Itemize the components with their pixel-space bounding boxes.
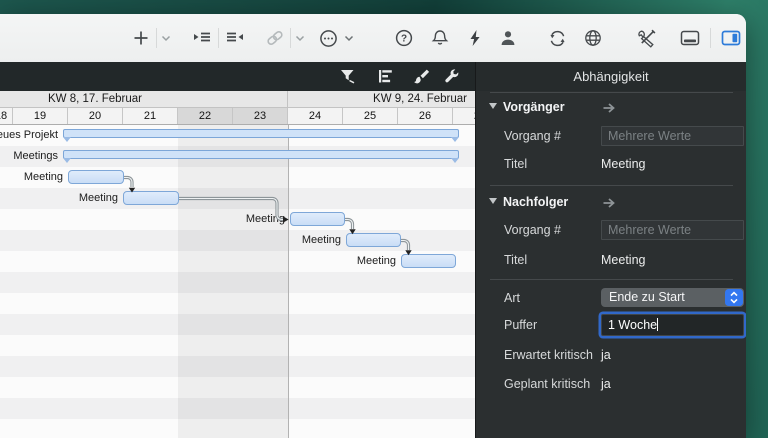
- puffer-value: 1 Woche: [608, 318, 657, 332]
- app-window: ?: [0, 14, 746, 438]
- field-row: Art Ende zu Start: [476, 288, 746, 309]
- vorgang-number-input[interactable]: Mehrere Werte: [601, 220, 744, 240]
- bolt-icon[interactable]: [466, 14, 484, 62]
- ellipsis-circle-icon[interactable]: [318, 14, 339, 62]
- content-area: KW 8, 17. Februar KW 9, 24. Februar 18 1…: [0, 62, 746, 438]
- toolbar-divider: [290, 28, 291, 48]
- art-popup-value: Ende zu Start: [609, 290, 685, 304]
- text-caret: [657, 318, 658, 331]
- chevron-down-icon[interactable]: [294, 14, 306, 62]
- tools-icon[interactable]: [636, 14, 658, 62]
- field-label: Erwartet kritisch: [504, 345, 593, 366]
- disclosure-triangle-icon[interactable]: [489, 103, 497, 109]
- day-cell: 20: [68, 108, 123, 124]
- separator: [490, 279, 733, 280]
- outline-icon[interactable]: [376, 67, 395, 86]
- field-label: Art: [504, 288, 520, 309]
- inspector-title: Abhängigkeit: [476, 62, 746, 91]
- toolbar-divider: [156, 28, 157, 48]
- day-cell-weekend: 23: [233, 108, 288, 124]
- gantt-day-header: 18 19 20 21 22 23 24 25 26 27: [0, 108, 475, 125]
- chevron-down-icon[interactable]: [160, 14, 172, 62]
- field-label: Geplant kritisch: [504, 374, 590, 395]
- gantt-week-header: KW 8, 17. Februar KW 9, 24. Februar: [0, 91, 475, 108]
- predecessor-section-header: Vorgänger: [476, 98, 746, 116]
- goto-arrow-icon[interactable]: [602, 101, 616, 119]
- gantt-toolbar: [0, 62, 475, 91]
- art-popup-button[interactable]: Ende zu Start: [601, 288, 744, 307]
- outdent-icon[interactable]: [224, 14, 246, 62]
- field-row: Titel Meeting: [476, 154, 746, 175]
- titel-value: Meeting: [601, 154, 645, 175]
- separator: [490, 185, 733, 186]
- field-label: Titel: [504, 154, 527, 175]
- help-icon[interactable]: ?: [394, 14, 414, 62]
- bottom-panel-icon[interactable]: [679, 14, 701, 62]
- gantt-view: KW 8, 17. Februar KW 9, 24. Februar 18 1…: [0, 62, 475, 438]
- day-cell: 24: [288, 108, 343, 124]
- erwartet-value: ja: [601, 345, 611, 366]
- field-label: Puffer: [504, 315, 537, 336]
- field-label: Vorgang #: [504, 220, 561, 241]
- field-row: Erwartet kritisch ja: [476, 345, 746, 366]
- section-title: Nachfolger: [503, 193, 568, 211]
- field-label: Vorgang #: [504, 126, 561, 147]
- bell-icon[interactable]: [430, 14, 450, 62]
- plus-icon[interactable]: [131, 14, 151, 62]
- sync-icon[interactable]: [547, 14, 568, 62]
- link-icon[interactable]: [264, 14, 286, 62]
- field-label: Titel: [504, 250, 527, 271]
- svg-text:?: ?: [401, 34, 407, 45]
- vorgang-number-input[interactable]: Mehrere Werte: [601, 126, 744, 146]
- gantt-chart: Neues Projekt Meetings Meeting Meeting M…: [0, 125, 475, 438]
- day-cell: 27: [453, 108, 475, 124]
- wrench-icon[interactable]: [442, 67, 461, 86]
- day-cell: 18: [0, 108, 13, 124]
- globe-icon[interactable]: [583, 14, 603, 62]
- day-cell-weekend: 22: [178, 108, 233, 124]
- popup-stepper-icon: [725, 289, 743, 306]
- week-label: KW 9, 24. Februar: [288, 91, 471, 108]
- day-cell: 26: [398, 108, 453, 124]
- puffer-input[interactable]: 1 Woche: [601, 314, 744, 336]
- field-row: Puffer 1 Woche: [476, 315, 746, 336]
- section-title: Vorgänger: [503, 98, 565, 116]
- brush-icon[interactable]: [411, 67, 430, 86]
- right-panel-icon[interactable]: [720, 14, 742, 62]
- window-toolbar: ?: [0, 14, 746, 62]
- filter-icon[interactable]: [338, 67, 357, 86]
- titel-value: Meeting: [601, 250, 645, 271]
- dependency-connectors: [0, 125, 475, 438]
- field-row: Vorgang # Mehrere Werte: [476, 220, 746, 241]
- day-cell: 25: [343, 108, 398, 124]
- toolbar-divider: [710, 28, 711, 48]
- geplant-value: ja: [601, 374, 611, 395]
- day-cell: 21: [123, 108, 178, 124]
- field-row: Geplant kritisch ja: [476, 374, 746, 395]
- chevron-down-icon[interactable]: [343, 14, 355, 62]
- successor-section-header: Nachfolger: [476, 193, 746, 211]
- person-icon[interactable]: [498, 14, 518, 62]
- separator: [490, 92, 733, 93]
- toolbar-divider: [218, 28, 219, 48]
- week-label: KW 8, 17. Februar: [0, 91, 288, 108]
- field-row: Titel Meeting: [476, 250, 746, 271]
- goto-arrow-icon[interactable]: [602, 196, 616, 214]
- field-row: Vorgang # Mehrere Werte: [476, 126, 746, 147]
- inspector-panel: Abhängigkeit Vorgänger Vorgang # Mehrere…: [475, 62, 746, 438]
- disclosure-triangle-icon[interactable]: [489, 198, 497, 204]
- day-cell: 19: [13, 108, 68, 124]
- indent-icon[interactable]: [191, 14, 213, 62]
- desktop: ?: [0, 0, 768, 438]
